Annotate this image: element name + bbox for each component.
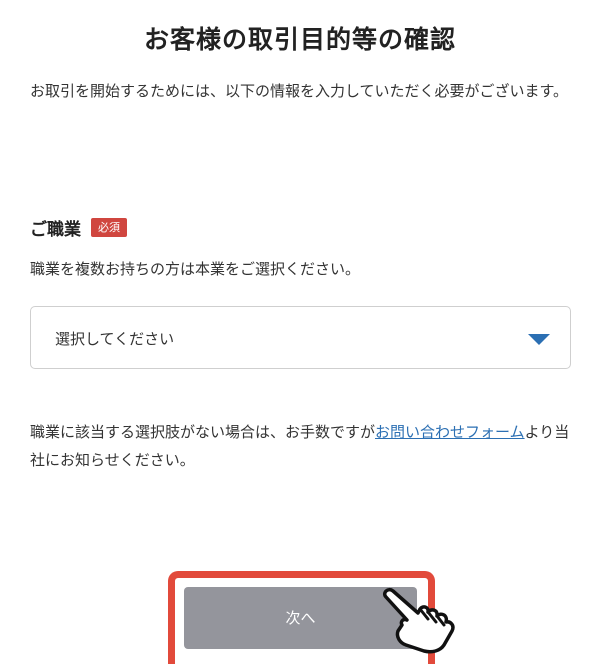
pointing-hand-icon [382, 587, 455, 654]
page: お客様の取引目的等の確認 お取引を開始するためには、以下の情報を入力していただく… [0, 0, 600, 664]
note-text-before: 職業に該当する選択肢がない場合は、お手数ですが [30, 423, 376, 441]
contact-form-link[interactable]: お問い合わせフォーム [375, 423, 525, 441]
required-badge: 必須 [91, 218, 127, 237]
occupation-label: ご職業 [30, 220, 81, 240]
page-title: お客様の取引目的等の確認 [143, 25, 456, 54]
no-match-note: 職業に該当する選択肢がない場合は、お手数ですがお問い合わせフォームより当社にお知… [30, 418, 575, 474]
occupation-hint: 職業を複数お持ちの方は本業をご選択ください。 [30, 260, 361, 278]
occupation-select-placeholder: 選択してください [55, 330, 175, 348]
chevron-down-icon [528, 334, 550, 345]
intro-text: お取引を開始するためには、以下の情報を入力していただく必要がございます。 [30, 82, 569, 100]
occupation-label-row: ご職業 必須 [30, 215, 127, 240]
occupation-select[interactable]: 選択してください [30, 306, 571, 369]
